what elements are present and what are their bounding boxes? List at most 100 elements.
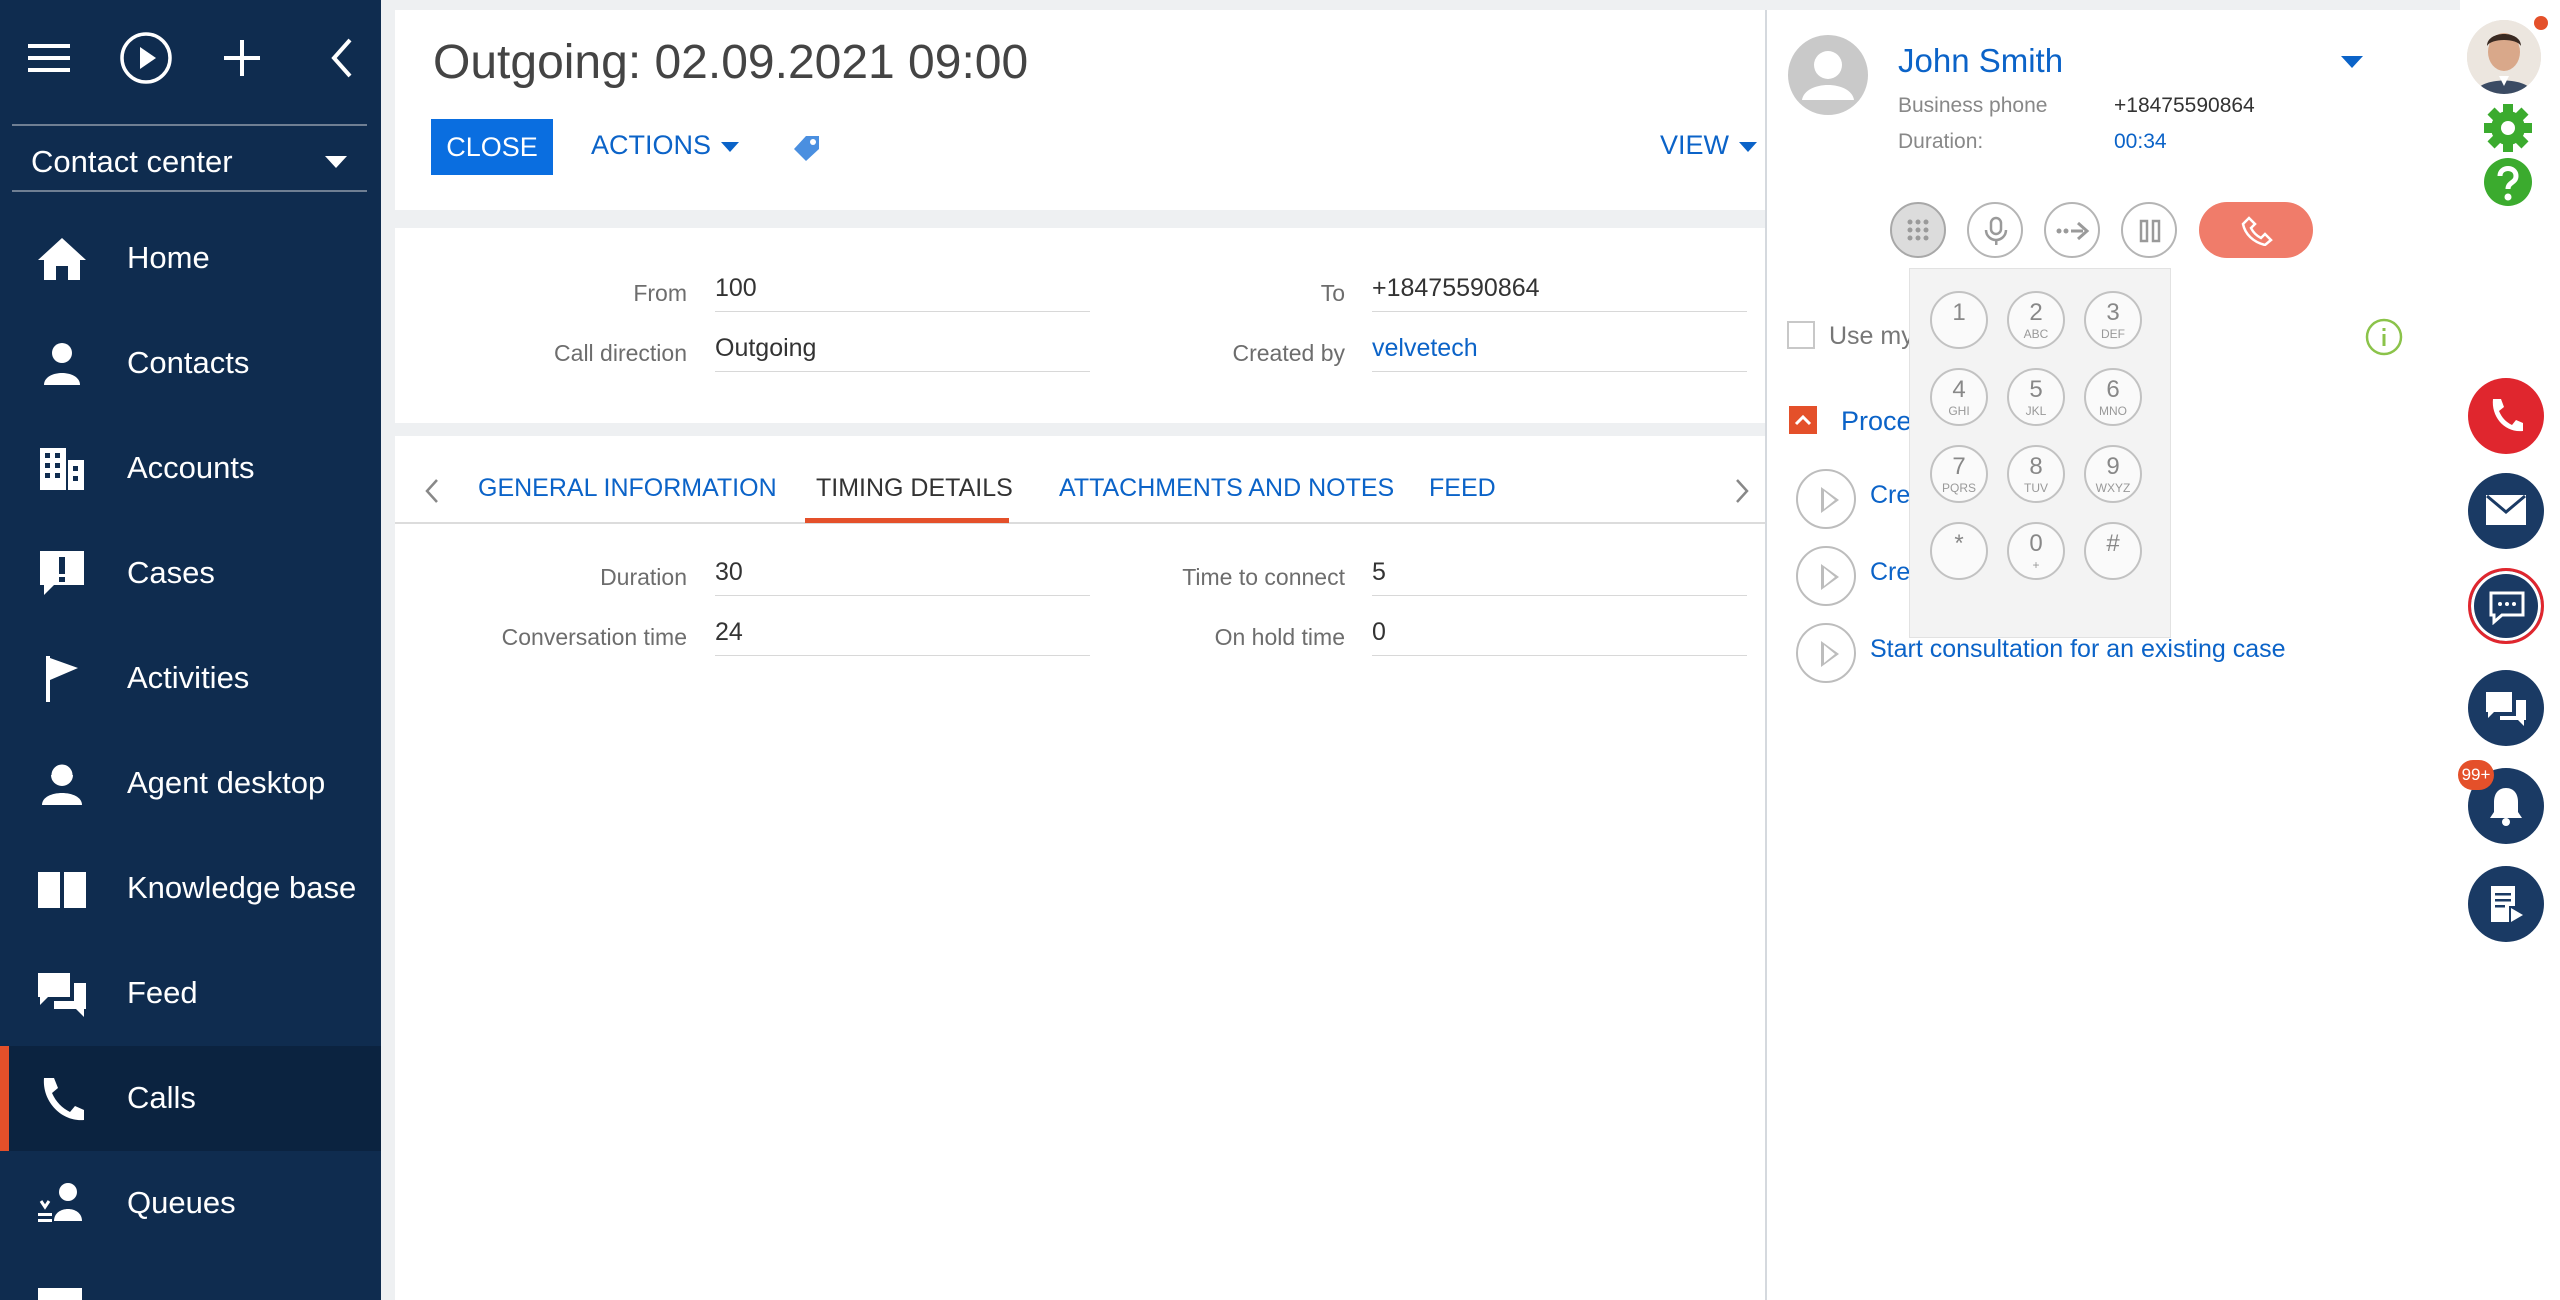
chevron-down-icon	[721, 141, 740, 152]
sidebar-item-label: Activities	[127, 660, 250, 695]
run-process-icon[interactable]	[1796, 623, 1856, 683]
chat-button[interactable]	[2468, 568, 2544, 644]
tabs-scroll-left-icon[interactable]	[423, 476, 441, 506]
tabs-card: GENERAL INFORMATION TIMING DETAILS ATTAC…	[395, 436, 1770, 1300]
sidebar-item-cases[interactable]: Cases	[0, 521, 381, 626]
sidebar-item-feed[interactable]: Feed	[0, 941, 381, 1046]
actions-menu-button[interactable]: ACTIONS	[591, 130, 740, 161]
tab-timing-details[interactable]: TIMING DETAILS	[816, 474, 1013, 503]
info-icon[interactable]	[2365, 318, 2403, 356]
status-dot	[2534, 16, 2548, 30]
duration-field[interactable]: 30	[715, 552, 1090, 596]
call-direction-field[interactable]: Outgoing	[715, 328, 1090, 372]
sidebar-item-agent-desktop[interactable]: Agent desktop	[0, 731, 381, 836]
dialpad-key-1[interactable]: 1	[1930, 291, 1988, 349]
dialpad-key-hash[interactable]: #	[2084, 522, 2142, 580]
key-letters: TUV	[2024, 481, 2048, 495]
settings-gear-icon[interactable]	[2482, 102, 2534, 154]
dialpad-key-9[interactable]: 9 WXYZ	[2084, 445, 2142, 503]
create-process-link-2[interactable]: Cre	[1870, 558, 1910, 587]
sidebar-item-home[interactable]: Home	[0, 206, 381, 311]
sidebar-item-queues[interactable]: Queues	[0, 1151, 381, 1256]
conversation-time-field[interactable]: 24	[715, 612, 1090, 656]
create-process-link-1[interactable]: Cre	[1870, 481, 1910, 510]
key-letters: WXYZ	[2095, 481, 2131, 495]
mute-button[interactable]	[1967, 202, 2023, 258]
bell-icon	[2488, 786, 2524, 826]
feed-button[interactable]	[2468, 670, 2544, 746]
call-duration-timer: 00:34	[2114, 130, 2167, 153]
dialpad-key-star[interactable]: *	[1930, 522, 1988, 580]
key-letters: GHI	[1948, 404, 1970, 418]
tasks-button[interactable]	[2468, 866, 2544, 942]
start-consultation-link[interactable]: Start consultation for an existing case	[1870, 635, 2286, 664]
time-to-connect-field[interactable]: 5	[1372, 552, 1747, 596]
to-field[interactable]: +18475590864	[1372, 268, 1747, 312]
key-digit: 7	[1952, 453, 1966, 480]
exclamation-icon	[34, 549, 90, 599]
email-button[interactable]	[2468, 473, 2544, 549]
actions-label: ACTIONS	[591, 130, 712, 160]
agent-icon	[34, 759, 90, 809]
created-by-link[interactable]: velvetech	[1372, 328, 1747, 372]
dialpad-key-5[interactable]: 5 JKL	[2007, 368, 2065, 426]
sidebar: Contact center Home Contacts Accounts Ca…	[0, 0, 381, 1300]
sidebar-item-calls[interactable]: Calls	[0, 1046, 381, 1151]
process-play-icon[interactable]	[116, 28, 176, 88]
sidebar-item-activities[interactable]: Activities	[0, 626, 381, 731]
sidebar-item-knowledge-base[interactable]: Knowledge base	[0, 836, 381, 941]
use-my-checkbox[interactable]	[1787, 321, 1815, 349]
tab-general-information[interactable]: GENERAL INFORMATION	[478, 474, 777, 503]
user-avatar[interactable]	[2467, 20, 2541, 94]
from-field[interactable]: 100	[715, 268, 1090, 312]
conversation-time-label: Conversation time	[501, 624, 687, 650]
hold-button[interactable]	[2121, 202, 2177, 258]
tag-icon[interactable]	[792, 133, 822, 163]
phone-label: Business phone	[1898, 94, 2048, 117]
chat-bubbles-icon	[2484, 690, 2528, 728]
on-hold-time-field[interactable]: 0	[1372, 612, 1747, 656]
dialpad-popup: 1 2 ABC 3 DEF 4 GHI 5 JKL 6 MNO 7 PQRS 8 TUV 9W…	[1909, 268, 2171, 638]
help-icon[interactable]	[2482, 156, 2534, 208]
pause-icon	[2139, 219, 2161, 243]
dialpad-key-0[interactable]: 0 +	[2007, 522, 2065, 580]
dialpad-key-3[interactable]: 3 DEF	[2084, 291, 2142, 349]
add-icon[interactable]	[212, 28, 272, 88]
dialpad-button[interactable]	[1890, 202, 1946, 258]
dialpad-key-4[interactable]: 4 GHI	[1930, 368, 1988, 426]
dialpad-key-8[interactable]: 8 TUV	[2007, 445, 2065, 503]
phone-call-button[interactable]	[2468, 378, 2544, 454]
book-icon	[34, 864, 90, 914]
process-group-label[interactable]: Proce	[1841, 406, 1912, 437]
hangup-button[interactable]	[2199, 202, 2313, 258]
key-letters: PQRS	[1941, 481, 1976, 495]
home-icon	[34, 234, 90, 284]
collapse-process-icon[interactable]	[1789, 406, 1817, 434]
run-process-icon[interactable]	[1796, 469, 1856, 529]
view-label: VIEW	[1660, 130, 1730, 160]
cti-panel: John Smith Business phone +18475590864 D…	[1765, 10, 2460, 1300]
call-direction-label: Call direction	[554, 340, 687, 366]
sidebar-item-label: Contacts	[127, 345, 250, 380]
close-button[interactable]: CLOSE	[431, 119, 553, 175]
collapse-chevron-icon[interactable]	[310, 28, 370, 88]
key-digit: 6	[2106, 376, 2120, 403]
contact-name-link[interactable]: John Smith	[1898, 42, 2063, 80]
chat-bubbles-icon	[34, 969, 90, 1019]
sidebar-item-accounts[interactable]: Accounts	[0, 416, 381, 521]
tab-feed[interactable]: FEED	[1429, 474, 1496, 503]
chat-icon	[2488, 591, 2526, 625]
sidebar-item-contacts[interactable]: Contacts	[0, 311, 381, 416]
menu-icon[interactable]	[20, 28, 80, 88]
transfer-button[interactable]	[2044, 202, 2100, 258]
workspace-selector[interactable]: Contact center	[12, 124, 367, 192]
tabs-scroll-right-icon[interactable]	[1733, 476, 1751, 506]
tab-attachments-and-notes[interactable]: ATTACHMENTS AND NOTES	[1059, 474, 1394, 503]
run-process-icon[interactable]	[1796, 546, 1856, 606]
dialpad-key-2[interactable]: 2 ABC	[2007, 291, 2065, 349]
contact-dropdown-icon[interactable]	[2341, 56, 2363, 68]
view-menu-button[interactable]: VIEW	[1660, 130, 1758, 161]
dialpad-key-6[interactable]: 6 MNO	[2084, 368, 2142, 426]
key-letters: +	[2032, 558, 2040, 572]
dialpad-key-7[interactable]: 7 PQRS	[1930, 445, 1988, 503]
